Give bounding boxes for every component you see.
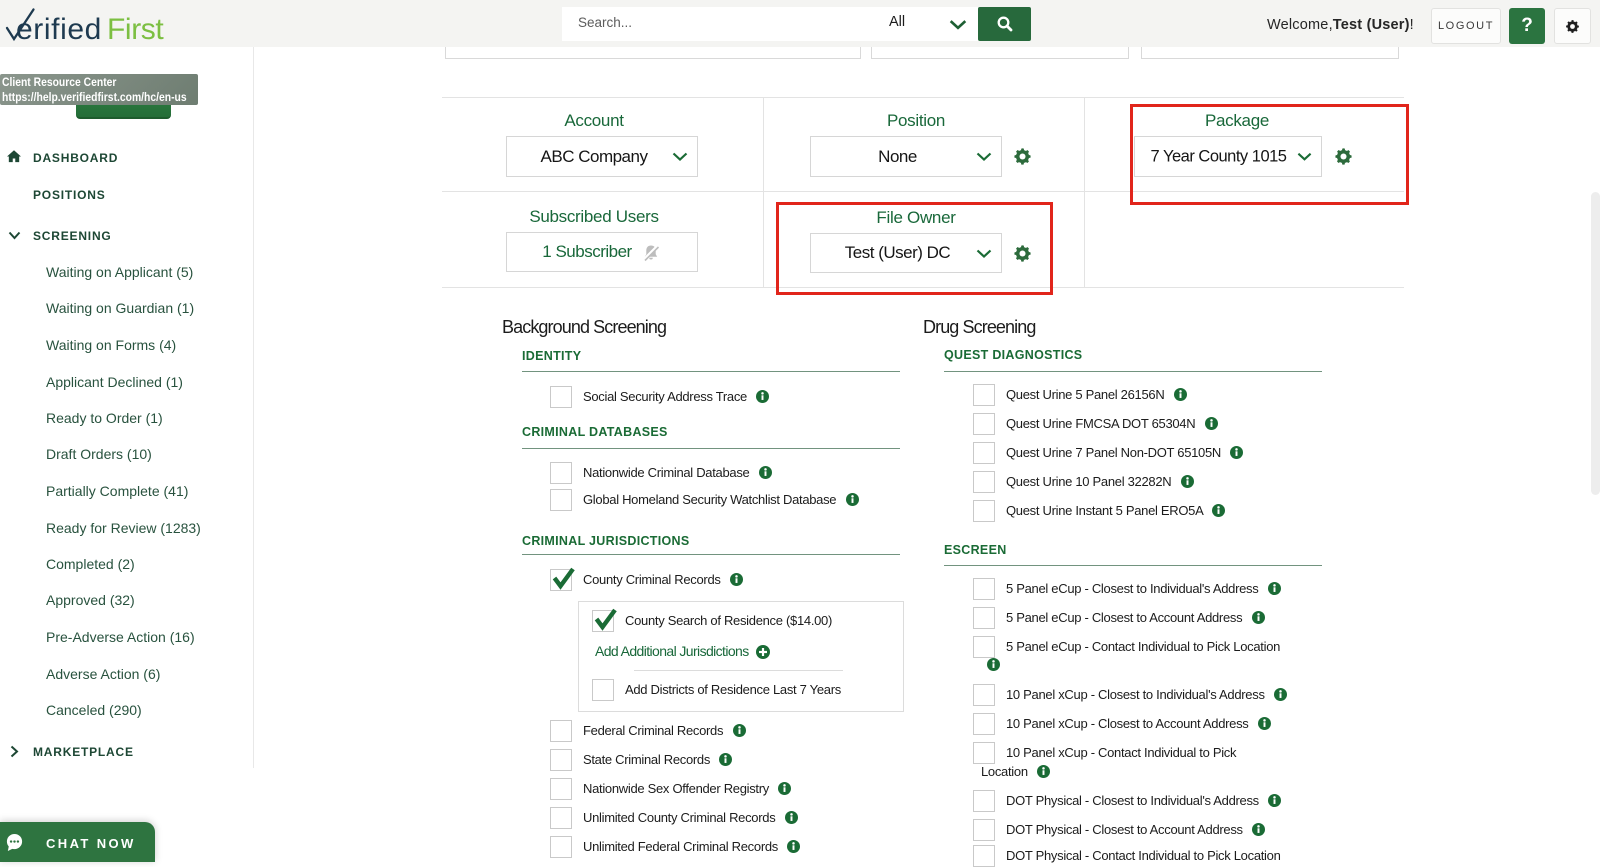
svg-text:First: First xyxy=(107,13,164,45)
svg-text:erified: erified xyxy=(16,13,102,45)
